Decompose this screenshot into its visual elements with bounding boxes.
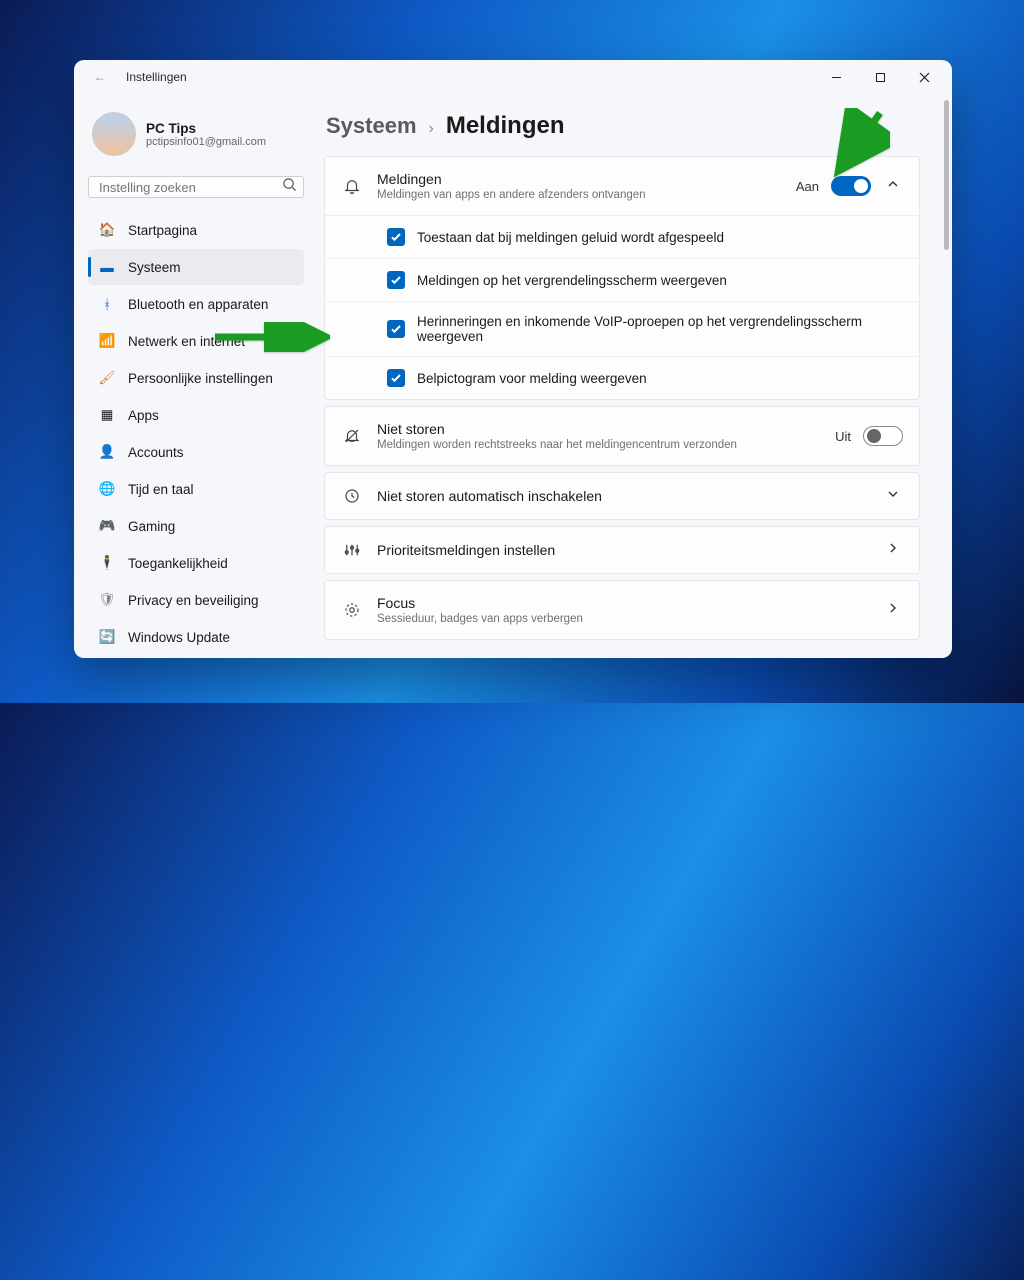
senders-heading: Meldingen van apps en andere afzenders [318,646,926,658]
nav-label: Systeem [128,260,181,275]
accessibility-icon: 🕴 [98,555,116,571]
nav-label: Windows Update [128,630,230,645]
focus-card[interactable]: Focus Sessieduur, badges van apps verber… [324,580,920,640]
checkbox-checked-icon [387,369,405,387]
nav-label: Gaming [128,519,175,534]
chevron-right-icon [883,541,903,559]
chevron-up-icon[interactable] [883,177,903,195]
dnd-state: Uit [835,429,851,444]
maximize-button[interactable] [858,62,902,92]
person-icon: 👤 [98,444,116,460]
notifications-state: Aan [796,179,819,194]
dnd-auto-title: Niet storen automatisch inschakelen [377,488,869,504]
nav-label: Persoonlijke instellingen [128,371,273,386]
nav-item-system[interactable]: ▬ Systeem [88,249,304,285]
profile-name: PC Tips [146,121,266,136]
chevron-right-icon [883,601,903,619]
nav-label: Netwerk en internet [128,334,245,349]
checkbox-checked-icon [387,271,405,289]
opt-label: Toestaan dat bij meldingen geluid wordt … [417,230,724,245]
profile-email: pctipsinfo01@gmail.com [146,136,266,148]
nav-item-time[interactable]: 🌐 Tijd en taal [88,471,304,507]
gamepad-icon: 🎮 [98,518,116,534]
avatar [92,112,136,156]
opt-bell-icon[interactable]: Belpictogram voor melding weergeven [325,356,919,399]
opt-voip[interactable]: Herinneringen en inkomende VoIP-oproepen… [325,301,919,356]
notifications-toggle[interactable] [831,176,871,196]
home-icon: 🏠 [98,222,116,238]
nav-label: Apps [128,408,159,423]
opt-label: Herinneringen en inkomende VoIP-oproepen… [417,314,903,344]
back-button[interactable]: ← [88,66,112,88]
brush-icon: 🖌 [98,370,116,386]
breadcrumb: Systeem › Meldingen [318,98,932,156]
search-input[interactable] [99,180,282,195]
opt-label: Belpictogram voor melding weergeven [417,371,647,386]
page-title: Meldingen [446,112,565,140]
scrollbar[interactable] [940,94,952,658]
chevron-down-icon [883,487,903,505]
nav-item-accounts[interactable]: 👤 Accounts [88,434,304,470]
profile-block[interactable]: PC Tips pctipsinfo01@gmail.com [88,102,304,170]
nav-item-bluetooth[interactable]: ᚼ Bluetooth en apparaten [88,286,304,322]
nav-label: Accounts [128,445,184,460]
close-button[interactable] [902,62,946,92]
opt-sound[interactable]: Toestaan dat bij meldingen geluid wordt … [325,216,919,258]
checkbox-checked-icon [387,320,405,338]
dnd-auto-card[interactable]: Niet storen automatisch inschakelen [324,472,920,520]
notifications-card: Meldingen Meldingen van apps en andere a… [324,156,920,400]
dnd-sub: Meldingen worden rechtstreeks naar het m… [377,439,821,451]
notifications-sub: Meldingen van apps en andere afzenders o… [377,189,782,201]
nav-label: Bluetooth en apparaten [128,297,268,312]
system-icon: ▬ [98,260,116,275]
nav-item-apps[interactable]: ▦ Apps [88,397,304,433]
dnd-title: Niet storen [377,421,821,437]
bluetooth-icon: ᚼ [98,297,116,312]
search-box[interactable] [88,176,304,198]
search-icon [282,177,297,197]
clock-icon [341,487,363,505]
nav-item-privacy[interactable]: 🛡 Privacy en beveiliging [88,582,304,618]
wifi-icon: 📶 [98,333,116,349]
opt-lockscreen[interactable]: Meldingen op het vergrendelingsscherm we… [325,258,919,301]
nav-item-home[interactable]: 🏠 Startpagina [88,212,304,248]
titlebar: ← Instellingen [74,60,952,94]
sidebar: PC Tips pctipsinfo01@gmail.com 🏠 Startpag… [74,94,318,658]
minimize-button[interactable] [814,62,858,92]
notifications-options: Toestaan dat bij meldingen geluid wordt … [325,215,919,399]
nav-label: Toegankelijkheid [128,556,228,571]
focus-title: Focus [377,595,869,611]
nav-item-update[interactable]: 🔄 Windows Update [88,619,304,655]
dnd-toggle[interactable] [863,426,903,446]
nav-item-gaming[interactable]: 🎮 Gaming [88,508,304,544]
nav-item-accessibility[interactable]: 🕴 Toegankelijkheid [88,545,304,581]
globe-icon: 🌐 [98,481,116,497]
nav-label: Tijd en taal [128,482,194,497]
priority-title: Prioriteitsmeldingen instellen [377,542,869,558]
dnd-icon [341,427,363,445]
priority-card[interactable]: Prioriteitsmeldingen instellen [324,526,920,574]
notifications-title: Meldingen [377,171,782,187]
checkbox-checked-icon [387,228,405,246]
nav-list: 🏠 Startpagina ▬ Systeem ᚼ Bluetooth en appa… [88,212,304,655]
notifications-header-row[interactable]: Meldingen Meldingen van apps en andere a… [325,157,919,215]
update-icon: 🔄 [98,629,116,645]
dnd-card[interactable]: Niet storen Meldingen worden rechtstreek… [324,406,920,466]
nav-item-personalization[interactable]: 🖌 Persoonlijke instellingen [88,360,304,396]
breadcrumb-parent[interactable]: Systeem [326,113,417,139]
shield-icon: 🛡 [98,592,116,608]
nav-label: Startpagina [128,223,197,238]
nav-item-network[interactable]: 📶 Netwerk en internet [88,323,304,359]
opt-label: Meldingen op het vergrendelingsscherm we… [417,273,727,288]
nav-label: Privacy en beveiliging [128,593,259,608]
scrollbar-thumb[interactable] [944,100,949,250]
apps-icon: ▦ [98,407,116,423]
settings-window: ← Instellingen PC Tips pctipsinfo01@gmai… [74,60,952,658]
focus-icon [341,601,363,619]
focus-sub: Sessieduur, badges van apps verbergen [377,613,869,625]
breadcrumb-sep: › [429,120,434,138]
app-title: Instellingen [126,70,187,84]
bell-icon [341,177,363,195]
sliders-icon [341,541,363,559]
